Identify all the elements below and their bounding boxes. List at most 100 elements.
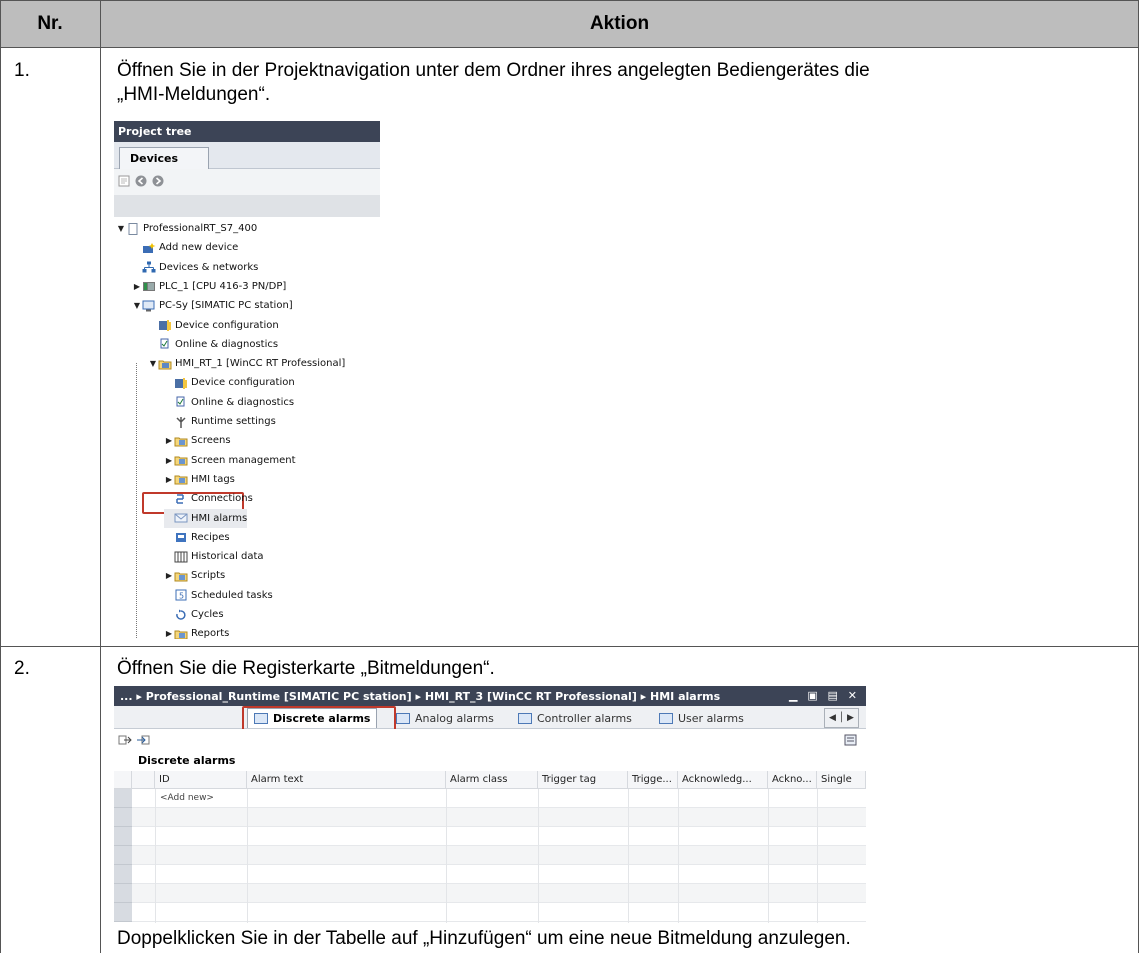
project-tree-body: ▼ ProfessionalRT_S7_400 Add new device Devi… [114,217,380,639]
hmi-folder-icon [158,360,172,370]
row-header[interactable] [114,808,132,827]
tree-item-label: Devices & networks [159,261,259,273]
expand-down-icon[interactable]: ▼ [148,359,158,368]
column-header[interactable]: ID [155,771,247,789]
row-header[interactable] [114,789,132,808]
table-row[interactable] [114,846,866,865]
tree-item-label: Runtime settings [191,416,276,427]
folder-icon [174,456,188,466]
tree-item[interactable]: Runtime settings [164,412,276,431]
tree-item[interactable]: 5 Scheduled tasks [164,586,273,605]
column-gridline [628,789,629,923]
new-item-icon[interactable] [118,175,130,187]
expand-down-icon[interactable]: ▼ [116,224,126,233]
tree-item[interactable]: Historical data [164,547,264,566]
tree-item[interactable]: Online & diagnostics [164,393,294,412]
tree-item[interactable]: Device configuration [148,316,279,335]
window-controls[interactable]: ▁ ▣ ▤ ✕ [789,689,860,702]
folder-icon [174,475,188,485]
export-icon[interactable] [118,734,132,746]
tree-item-label: HMI_RT_1 [WinCC RT Professional] [175,358,346,370]
tab-scroll-buttons[interactable]: ◀ │ ▶ [824,708,859,728]
table-row[interactable] [114,903,866,922]
project-tree-screenshot: Project tree Devices ▼ ProfessionalRT_S7_… [114,121,380,639]
tree-item-label: Reports [191,628,230,639]
column-header[interactable]: Acknowledg... [678,771,768,789]
tree-item-label: Scheduled tasks [191,589,273,601]
forward-icon[interactable] [152,175,164,187]
column-gridline [768,789,769,923]
header-divider [0,47,1139,48]
analog-alarm-icon [396,712,410,724]
tree-item[interactable]: ▶ Screens [164,431,231,450]
expand-right-icon[interactable]: ▶ [164,571,174,580]
tree-item[interactable]: Recipes [164,528,230,547]
diagnostics-icon [160,338,169,349]
header-nr: Nr. [37,12,63,34]
tree-item-label: Scripts [191,570,226,582]
scheduled-tasks-icon: 5 [175,589,187,601]
tree-item[interactable]: Devices & networks [132,258,258,277]
alarm-icon [174,513,188,523]
tree-item[interactable]: ▶ Reports [164,624,229,639]
tree-item[interactable]: ▶ Scripts [164,566,225,585]
tree-item[interactable]: Online & diagnostics [148,335,278,354]
row-header[interactable] [114,884,132,903]
tab-controller-alarms[interactable]: Controller alarms [518,708,632,728]
tree-item[interactable]: Connections [164,489,253,508]
column-header[interactable]: Trigge... [628,771,678,789]
expand-down-icon[interactable]: ▼ [132,301,142,310]
editor-toolbar [114,729,866,751]
column-gridline [678,789,679,923]
tab-analog-alarms[interactable]: Analog alarms [396,708,494,728]
project-tree-toolbar [114,169,380,195]
tree-item[interactable]: ▶ PLC_1 [CPU 416-3 PN/DP] [132,277,286,296]
tree-item[interactable]: ▼ HMI_RT_1 [WinCC RT Professional] [148,354,345,373]
discrete-alarms-table: ID Alarm text Alarm class Trigger tag Trigge… [114,771,866,923]
tree-item-label: PLC_1 [CPU 416-3 PN/DP] [159,280,287,292]
row-header[interactable] [114,827,132,846]
column-header[interactable]: Single [817,771,866,789]
tree-item[interactable]: Cycles [164,605,224,624]
column-header[interactable]: Alarm text [247,771,446,789]
column-gridline [247,789,248,923]
tab-user-alarms[interactable]: User alarms [659,708,744,728]
expand-right-icon[interactable]: ▶ [132,282,142,291]
column-gridline [155,789,156,923]
row-header[interactable] [114,865,132,884]
tree-item[interactable]: Add new device [132,238,238,257]
tree-item[interactable]: Device configuration [164,373,295,392]
import-icon[interactable] [136,734,150,746]
table-settings-icon[interactable] [844,734,858,746]
table-row[interactable] [114,789,866,808]
column-header[interactable]: Ackno... [768,771,817,789]
row-header[interactable] [114,846,132,865]
expand-right-icon[interactable]: ▶ [164,629,174,638]
project-tree-tabbar: Devices [114,142,380,170]
table-row[interactable] [114,865,866,884]
folder-icon [174,572,188,582]
table-row[interactable] [114,884,866,903]
expand-right-icon[interactable]: ▶ [164,475,174,484]
tree-item[interactable]: ▼ PC-Sy [SIMATIC PC station] [132,296,293,315]
tree-item-label: HMI alarms [191,512,248,524]
expand-right-icon[interactable]: ▶ [164,456,174,465]
column-header[interactable]: Alarm class [446,771,538,789]
tree-item[interactable]: ▼ ProfessionalRT_S7_400 [116,219,257,238]
add-new-cell[interactable]: <Add new> [160,793,214,803]
column-header[interactable]: Trigger tag [538,771,628,789]
tree-item[interactable]: HMI alarms [164,508,248,528]
tab-devices[interactable]: Devices [119,147,209,170]
expand-right-icon[interactable]: ▶ [164,436,174,445]
runtime-settings-icon [176,416,186,428]
tree-item-label: HMI tags [191,473,235,485]
tree-item-label: PC-Sy [SIMATIC PC station] [159,300,293,312]
breadcrumb-text: ... ▸ Professional_Runtime [SIMATIC PC s… [120,690,721,703]
add-device-icon [143,242,156,253]
tree-item[interactable]: ▶ Screen management [164,451,296,470]
table-row[interactable] [114,827,866,846]
tree-item[interactable]: ▶ HMI tags [164,470,235,489]
table-row[interactable] [114,808,866,827]
back-icon[interactable] [135,175,147,187]
row-header[interactable] [114,903,132,922]
